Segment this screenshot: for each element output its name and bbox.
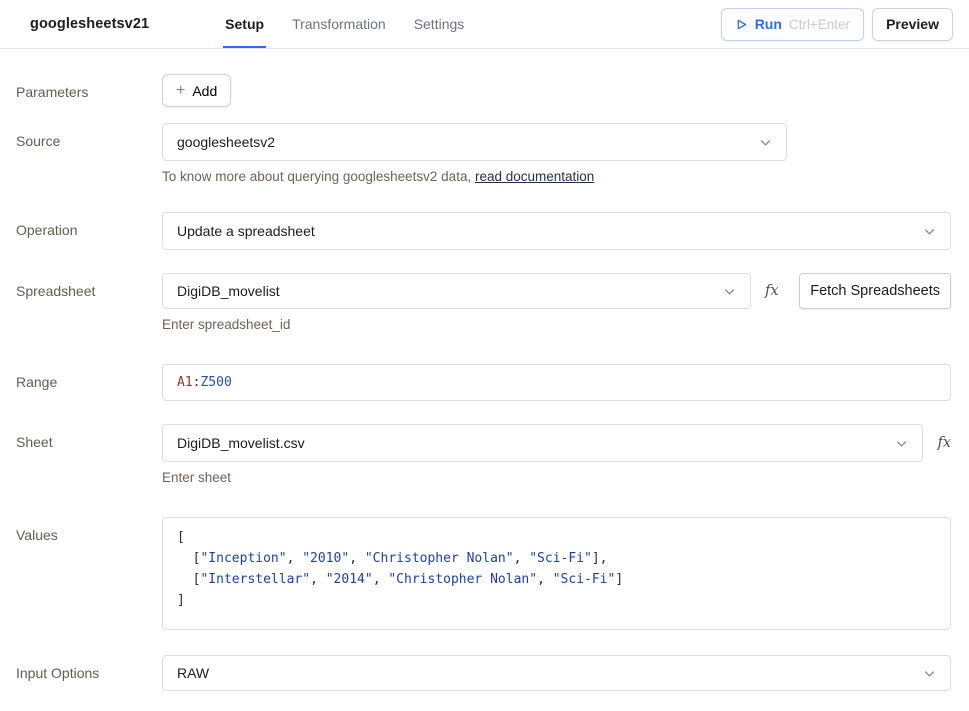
source-helper: To know more about querying googlesheets…: [162, 169, 951, 184]
range-end-cell: Z500: [200, 375, 231, 390]
run-button[interactable]: Run Ctrl+Enter: [721, 8, 864, 41]
tab-transformation[interactable]: Transformation: [290, 0, 388, 48]
range-start-cell: A1: [177, 375, 193, 390]
input-options-label: Input Options: [16, 655, 162, 691]
input-options-select[interactable]: RAW: [162, 655, 951, 691]
sheet-value: DigiDB_movelist.csv: [177, 435, 305, 451]
query-title: googlesheetsv21: [30, 16, 149, 32]
chevron-down-icon: [894, 436, 909, 451]
spreadsheet-select[interactable]: DigiDB_movelist: [162, 273, 751, 309]
tab-setup[interactable]: Setup: [223, 0, 266, 48]
operation-select[interactable]: Update a spreadsheet: [162, 212, 951, 250]
add-parameter-label: Add: [192, 83, 217, 99]
run-label: Run: [755, 16, 782, 32]
run-shortcut: Ctrl+Enter: [789, 17, 850, 32]
range-separator: :: [193, 375, 201, 390]
setup-form: Parameters + Add Source googlesheetsv2: [0, 49, 969, 691]
values-editor[interactable]: [ ["Inception", "2010", "Christopher Nol…: [162, 517, 951, 630]
read-documentation-link[interactable]: read documentation: [475, 169, 594, 184]
range-input[interactable]: A1:Z500: [162, 364, 951, 401]
sheet-label: Sheet: [16, 424, 162, 485]
sheet-helper: Enter sheet: [162, 470, 951, 485]
sheet-select[interactable]: DigiDB_movelist.csv: [162, 424, 923, 462]
chevron-down-icon: [722, 284, 737, 299]
query-editor: googlesheetsv21 Setup Transformation Set…: [0, 0, 969, 711]
chevron-down-icon: [758, 135, 773, 150]
source-label: Source: [16, 123, 162, 184]
chevron-down-icon: [922, 224, 937, 239]
code-line: ["Inception", "2010", "Christopher Nolan…: [177, 548, 936, 569]
editor-tabs: Setup Transformation Settings: [223, 0, 466, 48]
spreadsheet-value: DigiDB_movelist: [177, 283, 280, 299]
spreadsheet-helper: Enter spreadsheet_id: [162, 317, 951, 332]
fx-toggle-icon[interactable]: fx: [937, 435, 951, 451]
spreadsheet-label: Spreadsheet: [16, 273, 162, 332]
header-actions: Run Ctrl+Enter Preview: [721, 8, 953, 41]
chevron-down-icon: [922, 666, 937, 681]
fx-toggle-icon[interactable]: fx: [765, 283, 779, 299]
parameters-label: Parameters: [16, 74, 162, 107]
code-line: ]: [177, 590, 936, 611]
header: googlesheetsv21 Setup Transformation Set…: [0, 0, 969, 49]
source-helper-text: To know more about querying googlesheets…: [162, 169, 475, 184]
operation-label: Operation: [16, 212, 162, 250]
preview-button[interactable]: Preview: [872, 8, 953, 41]
tab-settings[interactable]: Settings: [412, 0, 467, 48]
range-label: Range: [16, 364, 162, 401]
input-options-value: RAW: [177, 665, 209, 681]
operation-value: Update a spreadsheet: [177, 223, 315, 239]
plus-icon: +: [176, 82, 185, 100]
code-line: [: [177, 527, 936, 548]
values-label: Values: [16, 517, 162, 630]
play-icon: [735, 18, 748, 31]
source-select[interactable]: googlesheetsv2: [162, 123, 787, 161]
add-parameter-button[interactable]: + Add: [162, 74, 231, 107]
source-value: googlesheetsv2: [177, 134, 275, 150]
code-line: ["Interstellar", "2014", "Christopher No…: [177, 569, 936, 590]
fetch-spreadsheets-button[interactable]: Fetch Spreadsheets: [799, 273, 951, 309]
